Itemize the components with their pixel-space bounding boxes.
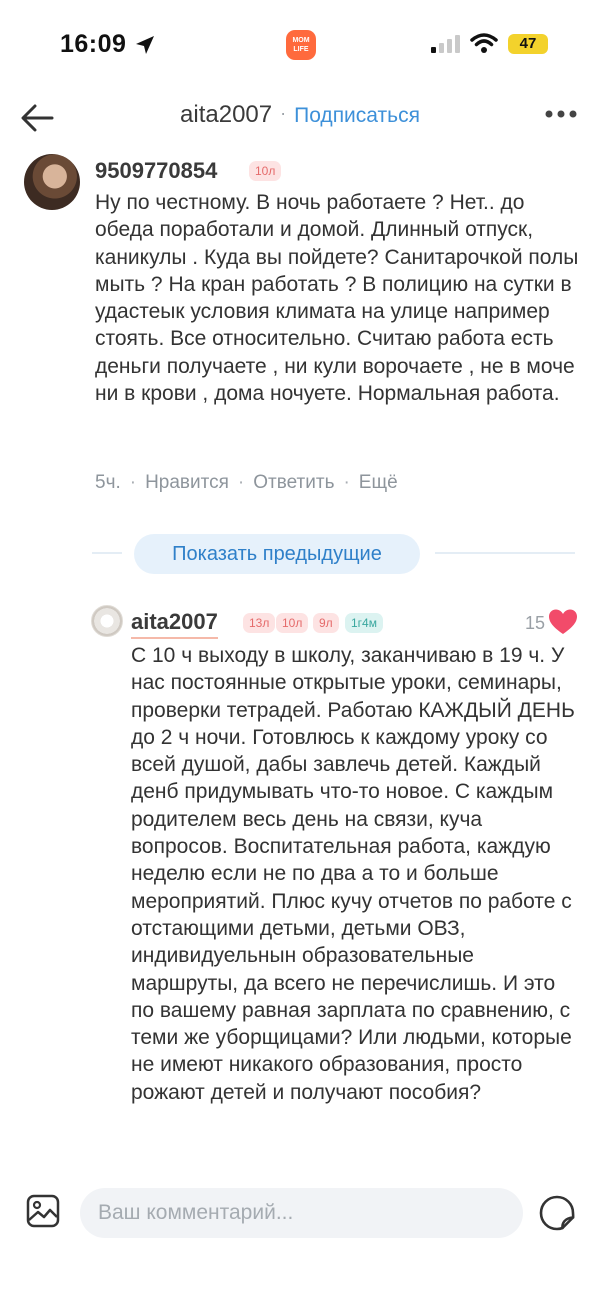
child-age-badge: 9л [313, 613, 339, 633]
divider [435, 552, 575, 554]
status-time: 16:09 [60, 30, 127, 58]
child-age-badge: 13л [243, 613, 276, 633]
heart-icon[interactable] [548, 608, 578, 636]
location-arrow-icon [136, 36, 154, 54]
show-previous-button[interactable]: Показать предыдущие [134, 534, 420, 574]
reply-button[interactable]: Ответить [253, 472, 334, 493]
image-attach-icon[interactable] [26, 1194, 60, 1228]
comment-time: 5ч. [95, 472, 121, 493]
status-bar: 16:09 MOM LIFE 47 [0, 0, 600, 90]
avatar[interactable] [24, 154, 80, 210]
header-separator: · [280, 103, 287, 123]
momlife-app-icon: MOM LIFE [286, 30, 316, 60]
comment-input[interactable] [80, 1188, 523, 1238]
wifi-icon [470, 33, 498, 53]
meta-separator: · [237, 472, 245, 493]
child-age-badge: 10л [249, 161, 282, 181]
divider [92, 552, 122, 554]
comment-text: Ну по честному. В ночь работаете ? Нет..… [95, 191, 579, 406]
comment-author[interactable]: 9509770854 [95, 158, 217, 184]
meta-separator: · [129, 472, 137, 493]
child-age-badge: 1г4м [345, 613, 383, 633]
battery-indicator: 47 [508, 34, 548, 54]
like-button[interactable]: Нравится [145, 472, 229, 493]
comment-author[interactable]: aita2007 [131, 609, 218, 639]
sticker-icon[interactable] [538, 1194, 576, 1232]
cellular-signal-icon [431, 35, 460, 53]
header-title-group: aita2007 · Подписаться [0, 101, 600, 129]
comment-composer [0, 1182, 600, 1300]
header-username[interactable]: aita2007 [180, 101, 272, 128]
subscribe-button[interactable]: Подписаться [294, 104, 420, 127]
app-badge-line2: LIFE [293, 46, 309, 53]
more-options-icon[interactable] [544, 107, 578, 121]
meta-separator: · [343, 472, 350, 493]
avatar[interactable] [91, 605, 123, 637]
child-age-badge: 10л [276, 613, 309, 633]
app-badge-line1: MOM [292, 37, 310, 44]
more-button[interactable]: Ещё [359, 472, 398, 493]
comment-text: С 10 ч выходу в школу, заканчиваю в 19 ч… [131, 644, 575, 1104]
like-count: 15 [525, 613, 546, 633]
comment-actions: 5ч. · Нравится · Ответить · Ещё [95, 472, 398, 494]
top-navigation-bar: aita2007 · Подписаться [0, 95, 600, 140]
